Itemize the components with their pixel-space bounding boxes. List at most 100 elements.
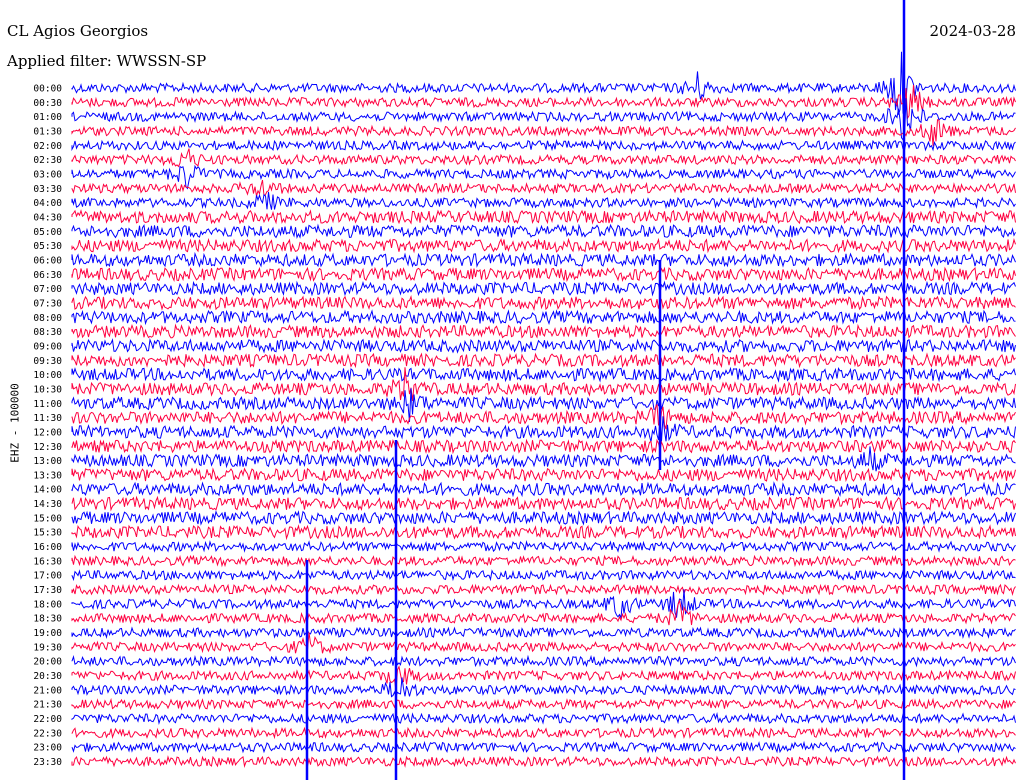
date-label: 2024-03-28: [929, 22, 1016, 40]
trace-row-1000: [71, 366, 1016, 383]
trace-line: [71, 138, 1016, 152]
trace-row-0330: [71, 179, 1016, 197]
trace-line: [71, 632, 1016, 654]
trace-row-1800: [71, 589, 1016, 620]
row-time-label: 06:00: [33, 255, 62, 266]
row-time-label: 02:00: [33, 141, 62, 152]
trace-row-0200: [71, 138, 1016, 152]
trace-line: [71, 438, 1016, 455]
row-time-label: 19:30: [33, 642, 62, 653]
row-time-label: 12:00: [33, 427, 62, 438]
trace-row-1400: [71, 481, 1016, 498]
trace-line: [71, 554, 1016, 568]
trace-row-0430: [71, 208, 1016, 225]
row-time-label: 05:00: [33, 227, 62, 238]
row-time-label: 16:30: [33, 556, 62, 567]
row-time-label: 06:30: [33, 270, 62, 281]
row-time-label: 04:00: [33, 198, 62, 209]
trace-row-1330: [71, 467, 1016, 483]
trace-row-0400: [71, 192, 1016, 210]
filter-label: Applied filter: WWSSN-SP: [7, 52, 207, 70]
trace-row-0730: [71, 294, 1016, 311]
row-time-label: 11:00: [33, 399, 62, 410]
row-time-label: 22:00: [33, 714, 62, 725]
trace-row-1500: [71, 509, 1016, 526]
row-time-label: 07:30: [33, 298, 62, 309]
trace-row-1530: [71, 524, 1016, 541]
trace-line: [71, 740, 1016, 754]
trace-line: [71, 654, 1016, 668]
row-time-label: 14:00: [33, 485, 62, 496]
trace-row-1700: [71, 568, 1016, 582]
trace-line: [71, 51, 1016, 117]
trace-row-0700: [71, 280, 1016, 297]
trace-row-1600: [71, 540, 1016, 553]
trace-line: [71, 495, 1016, 512]
row-time-label: 09:30: [33, 356, 62, 367]
trace-row-0530: [71, 237, 1016, 254]
trace-row-0500: [71, 223, 1016, 240]
trace-row-0900: [71, 338, 1016, 354]
trace-row-1900: [71, 626, 1016, 640]
row-time-label: 15:30: [33, 528, 62, 539]
row-time-label: 09:00: [33, 341, 62, 352]
row-time-label: 00:30: [33, 98, 62, 109]
trace-line: [71, 179, 1016, 197]
station-title: CL Agios Georgios: [7, 22, 149, 40]
trace-row-2100: [71, 677, 1016, 698]
row-time-label: 23:30: [33, 757, 62, 768]
trace-row-2330: [71, 755, 1016, 769]
row-time-label: 17:00: [33, 571, 62, 582]
row-time-label: 16:00: [33, 542, 62, 553]
trace-line: [71, 626, 1016, 640]
row-time-label: 21:30: [33, 700, 62, 711]
trace-line: [71, 481, 1016, 498]
trace-line: [71, 726, 1016, 740]
row-time-label: 19:00: [33, 628, 62, 639]
row-time-label: 08:00: [33, 313, 62, 324]
row-time-label: 15:00: [33, 513, 62, 524]
trace-line: [71, 192, 1016, 210]
row-time-label: 21:00: [33, 685, 62, 696]
trace-line: [71, 697, 1016, 711]
row-time-label: 20:30: [33, 671, 62, 682]
row-time-label: 13:30: [33, 470, 62, 481]
row-time-label: 20:00: [33, 657, 62, 668]
row-time-label: 05:30: [33, 241, 62, 252]
trace-line: [71, 467, 1016, 483]
trace-line: [71, 755, 1016, 769]
trace-line: [71, 568, 1016, 582]
trace-row-2000: [71, 654, 1016, 668]
row-time-label: 03:00: [33, 169, 62, 180]
trace-line: [71, 294, 1016, 311]
row-time-label: 10:00: [33, 370, 62, 381]
row-time-label: 01:00: [33, 112, 62, 123]
trace-row-1230: [71, 438, 1016, 455]
trace-line: [71, 524, 1016, 541]
trace-line: [71, 509, 1016, 526]
row-time-label: 14:30: [33, 499, 62, 510]
trace-line: [71, 589, 1016, 620]
row-time-label: 18:00: [33, 599, 62, 610]
trace-row-0930: [71, 352, 1016, 369]
trace-row-0630: [71, 266, 1016, 283]
trace-line: [71, 266, 1016, 283]
row-time-label: 12:30: [33, 442, 62, 453]
trace-line: [71, 366, 1016, 383]
row-time-label: 10:30: [33, 384, 62, 395]
channel-axis-label: EHZ - 100000: [8, 383, 22, 463]
trace-row-2130: [71, 697, 1016, 711]
row-time-label: 07:00: [33, 284, 62, 295]
row-time-label: 17:30: [33, 585, 62, 596]
trace-line: [71, 323, 1016, 339]
trace-row-0800: [71, 309, 1016, 326]
trace-line: [71, 338, 1016, 354]
trace-row-1130: [71, 404, 1016, 430]
row-time-label: 04:30: [33, 212, 62, 223]
trace-row-2300: [71, 740, 1016, 754]
trace-line: [71, 208, 1016, 225]
trace-line: [71, 583, 1016, 596]
trace-line: [71, 237, 1016, 254]
row-time-label: 08:30: [33, 327, 62, 338]
trace-line: [71, 223, 1016, 240]
